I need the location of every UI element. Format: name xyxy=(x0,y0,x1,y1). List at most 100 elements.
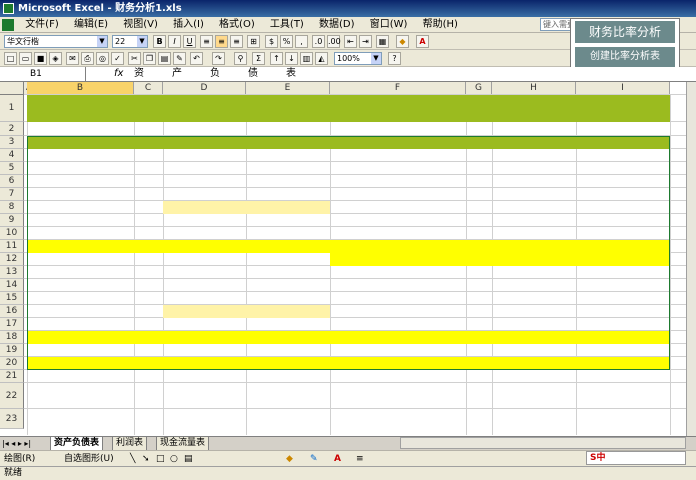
increase-decimal-icon[interactable]: .0 xyxy=(312,35,325,48)
menu-view[interactable]: 视图(V) xyxy=(117,17,164,33)
menu-insert[interactable]: 插入(I) xyxy=(167,17,210,33)
menu-tools[interactable]: 工具(T) xyxy=(264,17,310,33)
chart-wizard-icon[interactable]: ▥ xyxy=(300,52,313,65)
row-header-8[interactable]: 8 xyxy=(0,201,24,214)
permission-icon[interactable]: ◈ xyxy=(49,52,62,65)
drawing-icon[interactable]: ◭ xyxy=(315,52,328,65)
row-header-3[interactable]: 3 xyxy=(0,136,24,149)
vertical-scrollbar[interactable] xyxy=(686,82,696,436)
align-right-icon[interactable]: ≡ xyxy=(230,35,243,48)
status-bar: 就绪 xyxy=(0,466,696,480)
align-center-icon[interactable]: ≡ xyxy=(215,35,228,48)
row-header-23[interactable]: 23 xyxy=(0,409,24,429)
new-file-icon[interactable]: □ xyxy=(4,52,17,65)
undo-icon[interactable]: ↶ xyxy=(190,52,203,65)
fill-color-icon[interactable]: ◆ xyxy=(396,35,409,48)
open-folder-icon[interactable]: ▭ xyxy=(19,52,32,65)
sort-ascending-icon[interactable]: ↑ xyxy=(270,52,283,65)
print-preview-icon[interactable]: ◎ xyxy=(96,52,109,65)
tab-balance-sheet[interactable]: 资产负债表 xyxy=(50,437,104,451)
formula-input[interactable]: 资产负债表 xyxy=(134,67,324,81)
fx-icon[interactable]: fx xyxy=(114,67,123,81)
decrease-indent-icon[interactable]: ⇤ xyxy=(344,35,357,48)
excel-doc-icon[interactable] xyxy=(2,19,14,31)
cut-icon[interactable]: ✂ xyxy=(128,52,141,65)
borders-icon[interactable]: ▦ xyxy=(376,35,389,48)
save-icon[interactable]: ■ xyxy=(34,52,47,65)
row-header-17[interactable]: 17 xyxy=(0,318,24,331)
arrow-icon[interactable]: ➘ xyxy=(142,451,150,467)
font-size-select[interactable]: 22 ▼ xyxy=(112,35,148,48)
hyperlink-icon[interactable]: ⚲ xyxy=(234,52,247,65)
merge-center-icon[interactable]: ⊞ xyxy=(247,35,260,48)
tab-cash-flow[interactable]: 现金流量表 xyxy=(156,437,210,451)
help-icon[interactable]: ? xyxy=(388,52,401,65)
row-header-15[interactable]: 15 xyxy=(0,292,24,305)
textbox-icon[interactable]: ▤ xyxy=(184,451,193,467)
format-painter-icon[interactable]: ✎ xyxy=(173,52,186,65)
font-name-select[interactable]: 华文行楷 ▼ xyxy=(4,35,108,48)
line-icon[interactable]: ╲ xyxy=(130,451,135,467)
align-left-icon[interactable]: ≡ xyxy=(200,35,213,48)
fill-color-icon[interactable]: ◆ xyxy=(286,451,293,467)
bold-icon[interactable]: B xyxy=(153,35,166,48)
draw-menu[interactable]: 绘图(R) xyxy=(4,451,35,467)
menu-file[interactable]: 文件(F) xyxy=(19,17,65,33)
percent-icon[interactable]: % xyxy=(280,35,293,48)
row-header-1[interactable]: 1 xyxy=(0,95,24,122)
font-size-value: 22 xyxy=(115,37,126,46)
redo-icon[interactable]: ↷ xyxy=(212,52,225,65)
oval-icon[interactable]: ○ xyxy=(170,451,178,467)
line-color-icon[interactable]: ✎ xyxy=(310,451,318,467)
autosum-icon[interactable]: Σ xyxy=(252,52,265,65)
print-icon[interactable]: ⎙ xyxy=(81,52,94,65)
row-header-20[interactable]: 20 xyxy=(0,357,24,370)
sort-descending-icon[interactable]: ↓ xyxy=(285,52,298,65)
row-header-4[interactable]: 4 xyxy=(0,149,24,162)
name-box[interactable]: B1 xyxy=(0,67,86,81)
row-header-9[interactable]: 9 xyxy=(0,214,24,227)
email-icon[interactable]: ✉ xyxy=(66,52,79,65)
menu-help[interactable]: 帮助(H) xyxy=(417,17,464,33)
font-color-icon[interactable]: A xyxy=(334,451,341,467)
currency-icon[interactable]: $ xyxy=(265,35,278,48)
select-all-corner[interactable] xyxy=(0,82,24,95)
ime-indicator[interactable]: S中 xyxy=(586,451,686,465)
row-header-16[interactable]: 16 xyxy=(0,305,24,318)
row-header-7[interactable]: 7 xyxy=(0,188,24,201)
paste-icon[interactable]: ▤ xyxy=(158,52,171,65)
row-header-14[interactable]: 14 xyxy=(0,279,24,292)
rectangle-icon[interactable]: □ xyxy=(156,451,165,467)
horizontal-scrollbar[interactable] xyxy=(400,437,686,449)
worksheet-grid[interactable]: ABCDEFGHI1234567891011121314151617181920… xyxy=(0,82,686,436)
italic-icon[interactable]: I xyxy=(168,35,181,48)
decrease-decimal-icon[interactable]: .00 xyxy=(327,35,341,48)
menu-format[interactable]: 格式(O) xyxy=(213,17,261,33)
row-header-2[interactable]: 2 xyxy=(0,122,24,136)
row-header-11[interactable]: 11 xyxy=(0,240,24,253)
autoshape-menu[interactable]: 自选图形(U) xyxy=(64,451,114,467)
line-style-icon[interactable]: ≡ xyxy=(356,451,364,467)
menu-data[interactable]: 数据(D) xyxy=(313,17,361,33)
underline-icon[interactable]: U xyxy=(183,35,196,48)
row-header-10[interactable]: 10 xyxy=(0,227,24,240)
row-header-19[interactable]: 19 xyxy=(0,344,24,357)
spelling-icon[interactable]: ✓ xyxy=(111,52,124,65)
balance-begin-label xyxy=(286,387,366,400)
comma-style-icon[interactable]: , xyxy=(295,35,308,48)
menu-window[interactable]: 窗口(W) xyxy=(364,17,414,33)
sheet-nav-arrows-icon[interactable]: |◂ ◂ ▸ ▸| xyxy=(2,437,31,450)
increase-indent-icon[interactable]: ⇥ xyxy=(359,35,372,48)
font-color-icon[interactable]: A xyxy=(416,35,429,48)
zoom-select[interactable]: 100% ▼ xyxy=(334,52,382,65)
copy-icon[interactable]: ❐ xyxy=(143,52,156,65)
tab-income-statement[interactable]: 利润表 xyxy=(112,437,148,451)
row-header-12[interactable]: 12 xyxy=(0,253,24,266)
row-header-18[interactable]: 18 xyxy=(0,331,24,344)
row-header-21[interactable]: 21 xyxy=(0,370,24,383)
row-header-22[interactable]: 22 xyxy=(0,383,24,409)
row-header-6[interactable]: 6 xyxy=(0,175,24,188)
row-header-13[interactable]: 13 xyxy=(0,266,24,279)
menu-edit[interactable]: 编辑(E) xyxy=(68,17,114,33)
row-header-5[interactable]: 5 xyxy=(0,162,24,175)
